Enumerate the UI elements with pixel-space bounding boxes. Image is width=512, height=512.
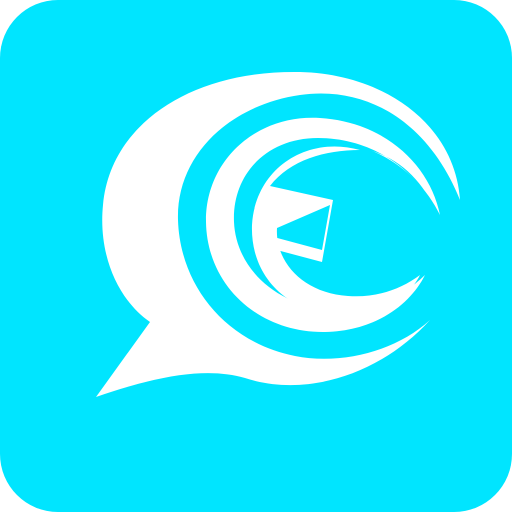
app-icon-graphic bbox=[0, 0, 512, 512]
app-icon bbox=[0, 0, 512, 512]
